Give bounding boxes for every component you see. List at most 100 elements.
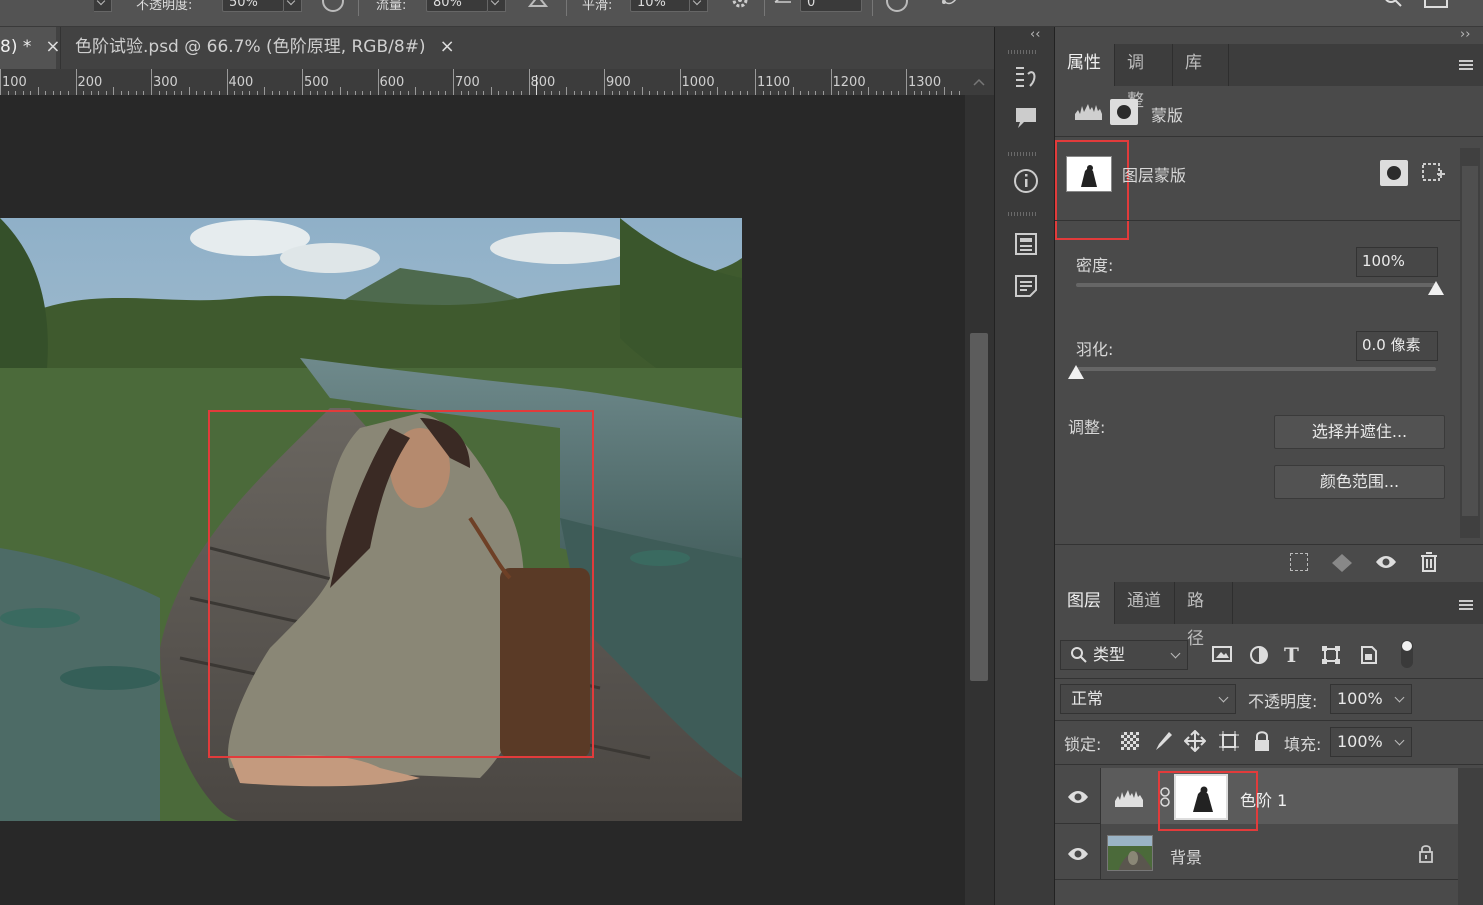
pixel-mask-button[interactable] xyxy=(1380,160,1408,186)
ruler-major-tick xyxy=(151,69,152,95)
ruler-minor-tick xyxy=(264,87,266,95)
panel-grip xyxy=(1008,50,1038,54)
eye-icon[interactable] xyxy=(1066,787,1090,807)
flow-field[interactable]: 80% xyxy=(426,0,488,12)
color-range-button[interactable]: 颜色范围... xyxy=(1274,465,1445,499)
flow-dropdown[interactable] xyxy=(488,0,506,12)
tab-libraries[interactable]: 库 xyxy=(1173,44,1229,86)
collapse-right-icon[interactable]: ›› xyxy=(1460,27,1470,42)
mask-tab-icon[interactable] xyxy=(1110,99,1138,125)
density-slider[interactable] xyxy=(1076,283,1436,287)
workspace-icon[interactable] xyxy=(1424,0,1448,8)
layer-name-background[interactable]: 背景 xyxy=(1170,844,1202,868)
panel-menu-icon[interactable] xyxy=(1459,60,1473,70)
layer-opacity-field[interactable]: 100% xyxy=(1330,684,1412,714)
ruler-label: 600 xyxy=(379,75,405,90)
eye-icon[interactable] xyxy=(1374,553,1398,571)
brush-preset-dropdown[interactable] xyxy=(94,0,112,12)
properties-scroll-thumb[interactable] xyxy=(1462,166,1478,516)
ruler-minor-tick xyxy=(113,87,115,95)
ruler-major-tick xyxy=(0,69,1,95)
close-icon[interactable]: × xyxy=(45,27,60,67)
gear-icon[interactable] xyxy=(730,0,750,12)
comments-icon[interactable] xyxy=(1014,106,1038,130)
filter-toggle[interactable] xyxy=(1401,640,1413,668)
ruler-minor-tick xyxy=(339,87,341,95)
collapse-left-icon[interactable]: ‹‹ xyxy=(1030,27,1040,42)
properties-panel-icon[interactable] xyxy=(1014,232,1038,256)
levels-adjustment-icon xyxy=(1114,785,1146,809)
airbrush-icon[interactable] xyxy=(526,0,550,12)
select-and-mask-button[interactable]: 选择并遮住... xyxy=(1274,415,1445,449)
ruler-label: 400 xyxy=(228,75,254,90)
layer-opacity-label: 不透明度: xyxy=(1248,692,1318,711)
eye-icon[interactable] xyxy=(1066,844,1090,864)
notes-icon[interactable] xyxy=(1014,274,1038,298)
tab-adjustments[interactable]: 调整 xyxy=(1115,44,1173,111)
ruler-major-tick xyxy=(453,69,454,95)
levels-adjustment-icon[interactable] xyxy=(1074,100,1104,122)
scrollbar-thumb[interactable] xyxy=(970,333,988,681)
pressure-opacity-icon[interactable] xyxy=(322,0,344,12)
density-field[interactable]: 100% xyxy=(1356,247,1438,277)
smoothing-dropdown[interactable] xyxy=(690,0,708,12)
lock-label: 锁定: xyxy=(1064,735,1102,754)
apply-mask-icon[interactable] xyxy=(1330,552,1354,574)
history-icon[interactable] xyxy=(1014,64,1038,88)
close-icon[interactable]: × xyxy=(440,27,455,67)
lock-position-icon[interactable] xyxy=(1183,729,1207,753)
background-thumbnail[interactable] xyxy=(1107,835,1153,871)
ruler-major-tick xyxy=(830,69,832,95)
fill-field[interactable]: 100% xyxy=(1330,727,1412,757)
ruler-label: 700 xyxy=(455,75,480,90)
ruler-label: 900 xyxy=(606,75,631,90)
feather-slider[interactable] xyxy=(1076,367,1436,371)
symmetry-icon[interactable] xyxy=(936,0,962,12)
tab-layers[interactable]: 图层 xyxy=(1055,582,1115,624)
lock-all-icon[interactable] xyxy=(1253,730,1271,752)
layer-name-levels[interactable]: 色阶 1 xyxy=(1240,787,1287,811)
density-slider-thumb[interactable] xyxy=(1428,281,1444,295)
lock-transparent-icon[interactable] xyxy=(1121,732,1139,750)
tab-current-document[interactable]: 8) * × xyxy=(0,27,60,69)
tab-channels[interactable]: 通道 xyxy=(1115,582,1175,624)
feather-field[interactable]: 0.0 像素 xyxy=(1356,331,1438,361)
feather-slider-thumb[interactable] xyxy=(1068,365,1084,379)
search-icon[interactable] xyxy=(1382,0,1404,12)
type-layer-filter-icon[interactable]: T xyxy=(1284,643,1299,667)
blend-mode-dropdown[interactable]: 正常 xyxy=(1060,684,1236,714)
ruler-minor-tick xyxy=(641,87,643,95)
ruler-major-tick xyxy=(226,69,228,95)
adjustment-layer-filter-icon[interactable] xyxy=(1249,645,1269,665)
smart-object-filter-icon[interactable] xyxy=(1359,645,1379,665)
ruler-label: 1000 xyxy=(681,75,715,90)
ruler-minor-tick xyxy=(188,87,190,95)
pixel-layer-filter-icon[interactable] xyxy=(1212,645,1232,663)
ruler-label: 800 xyxy=(530,75,556,90)
ruler-minor-tick xyxy=(717,87,719,95)
opacity-dropdown[interactable] xyxy=(284,0,302,12)
shape-layer-filter-icon[interactable] xyxy=(1321,645,1341,665)
lock-icon xyxy=(1418,843,1434,863)
tab-paths[interactable]: 路径 xyxy=(1175,582,1233,649)
layers-menu-icon[interactable] xyxy=(1459,600,1473,610)
pressure-size-icon[interactable] xyxy=(886,0,908,12)
smoothing-field[interactable]: 10% xyxy=(630,0,690,12)
tab-properties[interactable]: 属性 xyxy=(1055,44,1115,86)
angle-icon xyxy=(772,0,794,12)
vector-mask-button[interactable] xyxy=(1420,160,1446,186)
ruler-corner xyxy=(965,69,994,95)
tab-levels-document[interactable]: 色阶试验.psd @ 66.7% (色阶原理, RGB/8#) × xyxy=(60,27,455,69)
fill-value: 100% xyxy=(1337,732,1383,751)
delete-mask-icon[interactable] xyxy=(1420,551,1438,573)
flow-label: 流量: xyxy=(376,0,407,13)
opacity-field[interactable]: 50% xyxy=(222,0,284,12)
lock-artboard-icon[interactable] xyxy=(1218,730,1240,752)
load-selection-icon[interactable] xyxy=(1290,553,1308,571)
layers-scrollbar[interactable] xyxy=(1458,768,1483,905)
ruler-label: 500 xyxy=(304,75,329,90)
mask-type-label: 图层蒙版 xyxy=(1122,166,1187,185)
angle-field[interactable]: 0 xyxy=(800,0,862,12)
info-icon[interactable] xyxy=(1014,168,1038,193)
lock-image-icon[interactable] xyxy=(1153,730,1173,752)
